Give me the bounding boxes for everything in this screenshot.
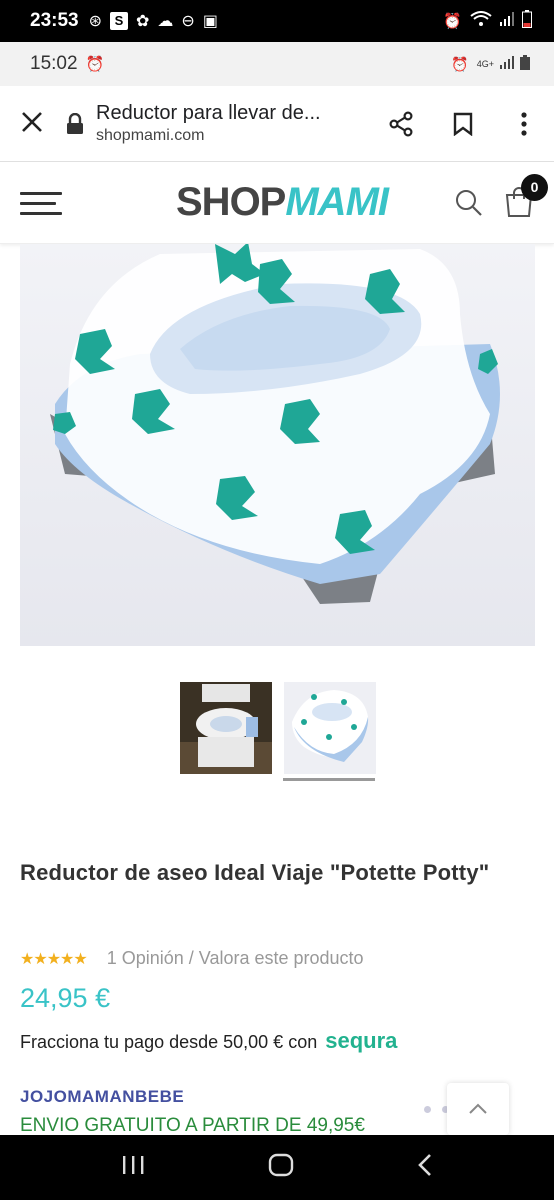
active-thumbnail-indicator [283, 778, 375, 781]
product-title: Reductor de aseo Ideal Viaje "Potette Po… [20, 860, 490, 885]
cart-count-badge: 0 [521, 174, 548, 201]
system-status-bar: 23:53 ⊛ S ✿ ☁ ⊖ ▣ ⏰ [0, 0, 554, 42]
inner-time: 15:02 [30, 53, 78, 74]
recent-apps-icon [123, 1156, 144, 1174]
s-app-icon: S [110, 12, 129, 30]
minus-circle-icon: ⊖ [181, 13, 195, 30]
wifi-icon [470, 11, 492, 31]
share-icon [389, 110, 413, 137]
thumbnail-1[interactable] [180, 682, 272, 774]
financing-info: Fracciona tu pago desde 50,00 € con sequ… [20, 1028, 397, 1054]
puzzle-icon: ✿ [136, 13, 150, 30]
product-price: 24,95 € [20, 983, 111, 1013]
search-icon [456, 190, 482, 216]
back-icon [417, 1154, 431, 1176]
shop-logo[interactable]: SHOPMAMI [176, 180, 389, 225]
home-button[interactable] [268, 1152, 294, 1183]
network-type: 4G+ [476, 59, 494, 69]
scroll-to-top-button[interactable] [447, 1083, 509, 1135]
product-rating: ★★★★★ 1 Opinión / Valora este producto [20, 948, 364, 969]
lock-icon [67, 112, 83, 134]
menu-line [20, 202, 56, 205]
bookmark-button[interactable] [432, 112, 494, 136]
menu-line [20, 212, 62, 215]
hamburger-menu-button[interactable] [20, 192, 62, 216]
bookmark-icon [453, 112, 473, 136]
battery-icon [522, 10, 532, 32]
signal-icon [500, 12, 514, 30]
notification-icons: ⊛ S ✿ ☁ ⊖ ▣ [89, 11, 218, 31]
browser-url-bar: Reductor para llevar de... shopmami.com [0, 86, 554, 162]
chevron-up-icon [469, 1103, 487, 1114]
financing-text: Fracciona tu pago desde 50,00 € con [20, 1032, 318, 1052]
potty-bag-thumbnail-image [284, 682, 376, 774]
menu-line [20, 192, 62, 195]
android-navigation-bar [0, 1135, 554, 1200]
carousel-dot[interactable] [424, 1106, 431, 1113]
rating-stars: ★★★★★ [20, 950, 88, 968]
url-info[interactable]: Reductor para llevar de... shopmami.com [96, 102, 370, 145]
alarm-icon: ⏰ [451, 55, 471, 72]
search-button[interactable] [454, 188, 484, 223]
recent-apps-button[interactable] [121, 1154, 145, 1181]
sync-icon: ⊛ [88, 13, 103, 30]
toilet-thumbnail-image [180, 682, 272, 774]
shop-header: SHOPMAMI [0, 162, 554, 244]
alarm-icon: ⏰ [443, 13, 462, 30]
cloud-icon: ☁ [157, 13, 174, 30]
product-brand-link[interactable]: JOJOMAMANBEBE [20, 1087, 184, 1107]
logo-shop-text: SHOP [176, 180, 286, 224]
alarm-icon: ⏰ [85, 56, 105, 73]
rating-text-link[interactable]: 1 Opinión / Valora este producto [107, 948, 364, 969]
product-main-image[interactable] [20, 244, 535, 646]
shipping-promo: ENVIO GRATUITO A PARTIR DE 49,95€ [20, 1115, 365, 1135]
back-button[interactable] [417, 1153, 433, 1182]
potty-bag-image [20, 244, 535, 646]
product-thumbnails [180, 682, 376, 774]
page-domain: shopmami.com [96, 127, 205, 144]
sequra-logo[interactable]: sequra [325, 1028, 397, 1054]
image-icon: ▣ [202, 13, 218, 30]
home-icon [268, 1153, 294, 1177]
inner-status-bar: 15:02 ⏰ ⏰ 4G+ [0, 42, 554, 86]
signal-icon [500, 56, 514, 72]
battery-icon [520, 55, 530, 73]
share-button[interactable] [370, 110, 432, 137]
logo-mami-text: MAMI [285, 180, 389, 224]
close-tab-button[interactable] [0, 108, 64, 140]
page-title: Reductor para llevar de... [96, 102, 321, 124]
more-menu-button[interactable] [494, 111, 554, 136]
system-time: 23:53 [30, 10, 79, 31]
more-vert-icon [521, 111, 527, 136]
close-icon [22, 111, 42, 132]
thumbnail-2[interactable] [284, 682, 376, 774]
